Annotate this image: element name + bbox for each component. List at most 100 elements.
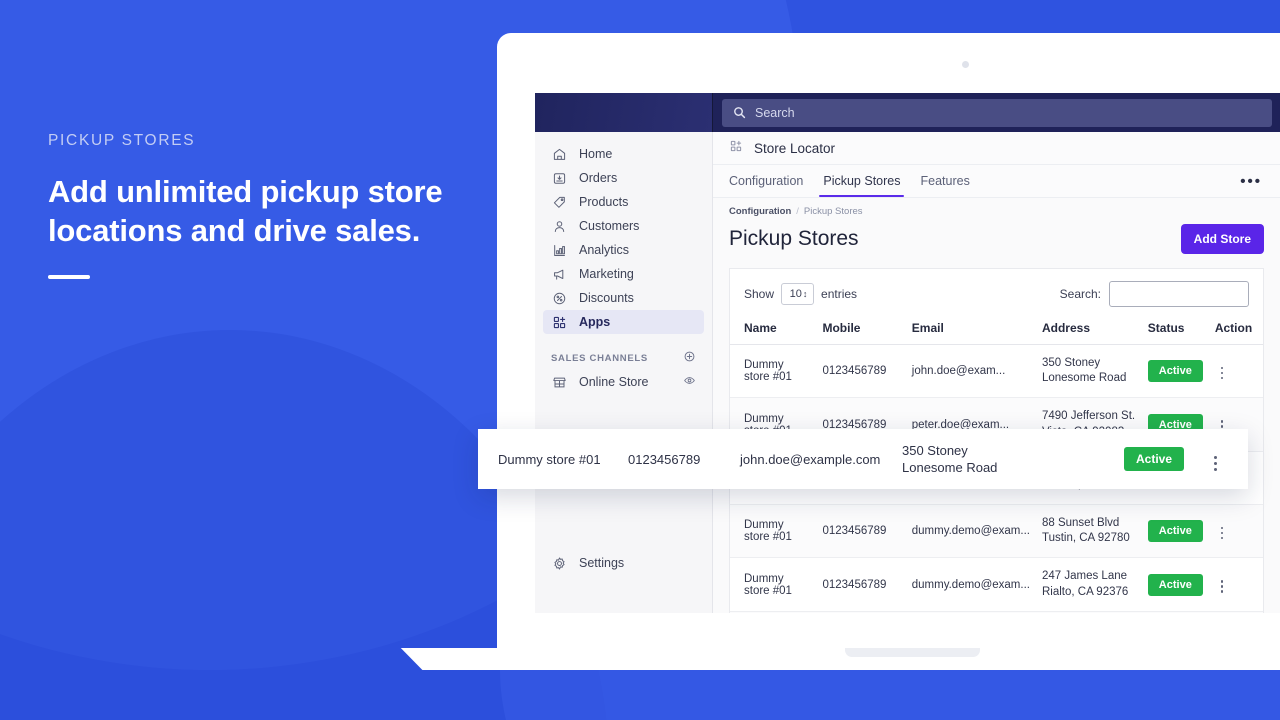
cell-action	[1208, 344, 1263, 399]
tab-label: Configuration	[729, 174, 804, 188]
sidebar-section-sales-channels: SALES CHANNELS	[551, 350, 696, 366]
sidebar-item-apps[interactable]: Apps	[543, 310, 704, 334]
storefront-icon	[551, 374, 567, 390]
callout-name: Dummy store #01	[498, 451, 601, 467]
megaphone-icon	[551, 266, 567, 282]
callout-address-line-1: 350 Stoney	[902, 442, 968, 458]
entries-value: 10	[789, 288, 802, 300]
table-row[interactable]: Dummy store #01 0123456789 dummy.demo@ex…	[730, 504, 1263, 559]
promo-banner-stage: PICKUP STORES Add unlimited pickup store…	[0, 0, 1280, 720]
entries-per-page-select[interactable]: 10 ↕	[781, 283, 815, 305]
row-menu-icon[interactable]	[1215, 524, 1230, 543]
cell-mobile: 0123456789	[816, 557, 906, 612]
app-icon	[729, 139, 743, 158]
tab-features[interactable]: Features	[910, 165, 979, 197]
laptop-base	[400, 648, 1280, 670]
show-label: Show	[744, 287, 775, 301]
table-row[interactable]: Dummy store #01 0123456789 dummy.demo@ex…	[730, 611, 1263, 613]
breadcrumb-root[interactable]: Configuration	[729, 206, 791, 217]
table-search-label: Search:	[1059, 287, 1101, 301]
gear-icon	[551, 555, 567, 571]
table-row[interactable]: Dummy store #01 0123456789 john.doe@exam…	[730, 344, 1263, 399]
callout-email: john.doe@example.com	[740, 451, 881, 467]
breadcrumb-current: Pickup Stores	[803, 206, 863, 217]
sidebar-item-marketing[interactable]: Marketing	[543, 262, 704, 286]
promo-headline: Add unlimited pickup store locations and…	[48, 174, 443, 249]
bar-chart-icon	[551, 242, 567, 258]
column-header-name[interactable]: Name	[730, 317, 817, 345]
sidebar-item-label: Marketing	[579, 267, 634, 281]
column-header-address[interactable]: Address	[1035, 317, 1142, 345]
row-menu-icon[interactable]	[1214, 456, 1217, 471]
cell-mobile: 0123456789	[816, 611, 906, 613]
sidebar: Home Orders Products Customers Analytics…	[535, 132, 713, 613]
sidebar-item-label: Orders	[579, 171, 618, 185]
column-header-email[interactable]: Email	[905, 317, 1036, 345]
promo-divider	[48, 275, 90, 280]
global-search-input[interactable]: Search	[722, 98, 1272, 127]
column-header-mobile[interactable]: Mobile	[816, 317, 906, 345]
sidebar-footer: Settings	[535, 551, 712, 613]
row-menu-icon[interactable]	[1215, 577, 1230, 596]
cell-email: john.doe@exam...	[905, 344, 1036, 399]
topbar-logo[interactable]	[535, 93, 713, 132]
table-search-input[interactable]	[1109, 281, 1249, 307]
sidebar-item-settings[interactable]: Settings	[543, 551, 704, 575]
cell-action	[1208, 611, 1263, 613]
tab-pickup-stores[interactable]: Pickup Stores	[813, 165, 910, 197]
address-line-1: 350 Stoney	[1041, 357, 1101, 369]
sidebar-item-products[interactable]: Products	[543, 190, 704, 214]
address-line-2: Rialto, CA 92376	[1041, 585, 1129, 598]
sidebar-item-online-store[interactable]: Online Store	[543, 370, 704, 394]
breadcrumb: Configuration / Pickup Stores	[713, 198, 1280, 222]
callout-address-line-2: Lonesome Road	[902, 460, 998, 475]
add-store-button[interactable]: Add Store	[1180, 224, 1264, 254]
orders-icon	[551, 170, 567, 186]
sidebar-item-label: Customers	[579, 219, 640, 233]
global-topbar: Search	[535, 93, 1280, 132]
cell-status: Active	[1141, 611, 1209, 613]
cell-action	[1208, 504, 1263, 559]
table-header-row: Name Mobile Email Address Status Action	[730, 317, 1263, 345]
address-line-1: 88 Sunset Blvd	[1041, 517, 1120, 530]
app-title: Store Locator	[754, 140, 836, 156]
discount-icon	[551, 290, 567, 306]
topbar-search-wrap: Search	[713, 93, 1280, 132]
cell-mobile: 0123456789	[816, 344, 906, 399]
cell-status: Active	[1141, 504, 1209, 559]
row-menu-icon[interactable]	[1215, 364, 1230, 383]
callout-mobile: 0123456789	[628, 451, 701, 467]
sidebar-item-label: Products	[579, 195, 629, 209]
sidebar-item-label: Discounts	[579, 291, 634, 305]
search-icon	[734, 107, 746, 119]
add-channel-icon[interactable]	[683, 350, 696, 366]
preview-store-icon[interactable]	[683, 374, 696, 390]
cell-status: Active	[1141, 344, 1209, 399]
cell-address: 350 Stoney Lonesome Road	[1035, 344, 1142, 399]
tab-configuration[interactable]: Configuration	[729, 165, 813, 197]
cell-address: 88 Sunset Blvd Tustin, CA 92780	[1035, 504, 1142, 559]
sidebar-item-analytics[interactable]: Analytics	[543, 238, 704, 262]
cell-name: Dummy store #01	[730, 557, 817, 612]
cell-status: Active	[1141, 557, 1209, 612]
sidebar-item-home[interactable]: Home	[543, 142, 704, 166]
page-title: Pickup Stores	[729, 227, 859, 250]
sidebar-item-label: Online Store	[579, 375, 649, 389]
address-line-2: Tustin, CA 92780	[1041, 532, 1130, 545]
callout-status: Active	[1124, 447, 1214, 471]
column-header-status[interactable]: Status	[1141, 317, 1209, 345]
sidebar-item-orders[interactable]: Orders	[543, 166, 704, 190]
app-tabs: Configuration Pickup Stores Features •••	[713, 165, 1280, 198]
cell-action	[1208, 557, 1263, 612]
tabs-overflow-icon[interactable]: •••	[1240, 165, 1264, 197]
sidebar-item-customers[interactable]: Customers	[543, 214, 704, 238]
cell-name: Dummy store #01	[730, 504, 817, 559]
address-line-1: 7490 Jefferson St.	[1041, 410, 1136, 423]
cell-email: dummy.demo@exam...	[905, 611, 1036, 613]
table-row[interactable]: Dummy store #01 0123456789 dummy.demo@ex…	[730, 557, 1263, 612]
sidebar-item-discounts[interactable]: Discounts	[543, 286, 704, 310]
promo-eyebrow: PICKUP STORES	[48, 132, 196, 149]
address-line-1: 247 James Lane	[1041, 570, 1128, 583]
home-icon	[551, 146, 567, 162]
show-entries-control: Show 10 ↕ entries	[744, 283, 857, 305]
